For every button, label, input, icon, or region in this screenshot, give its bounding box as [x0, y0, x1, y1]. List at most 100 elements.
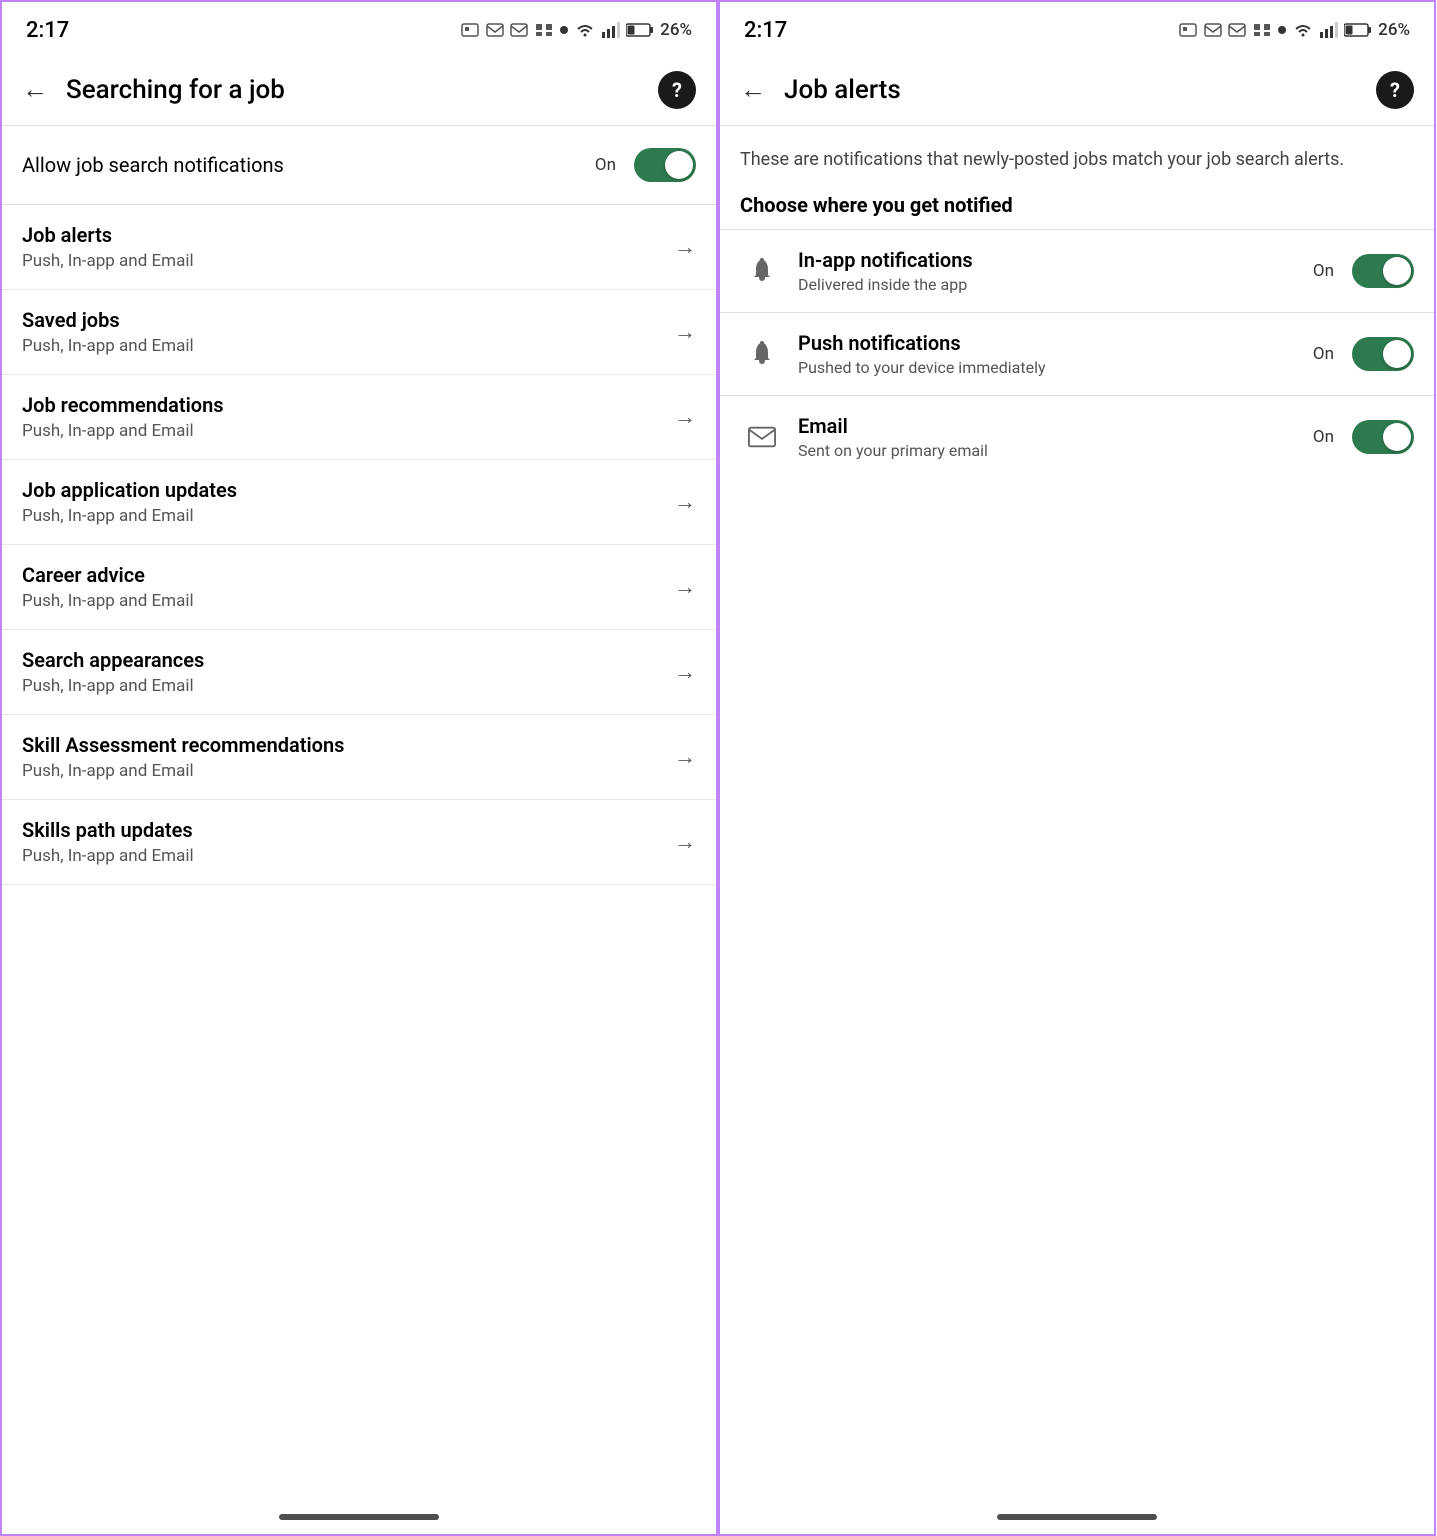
header-1: ← Searching for a job ?: [2, 54, 716, 126]
menu-item-saved-jobs[interactable]: Saved jobs Push, In-app and Email →: [2, 290, 716, 375]
menu-item-title-0: Job alerts: [22, 223, 662, 247]
status-bar-1: 2:17: [2, 2, 716, 54]
menu-item-job-recommendations[interactable]: Job recommendations Push, In-app and Ema…: [2, 375, 716, 460]
chevron-right-icon-2: →: [674, 404, 696, 430]
toggle-label-push: On: [1313, 344, 1334, 364]
notif-subtitle-email: Sent on your primary email: [798, 441, 1313, 460]
email-icon-sb-1: [486, 22, 504, 38]
header-2: ← Job alerts ?: [720, 54, 1434, 126]
page-title-2: Job alerts: [784, 75, 1376, 105]
home-indicator-1: [279, 1514, 439, 1520]
notif-title-push: Push notifications: [798, 331, 1313, 355]
chevron-right-icon-6: →: [674, 744, 696, 770]
menu-item-subtitle-7: Push, In-app and Email: [22, 846, 662, 866]
notif-option-push: Push notifications Pushed to your device…: [720, 312, 1434, 395]
toggle-email[interactable]: [1352, 420, 1414, 454]
status-icons-2: 26%: [1178, 20, 1410, 40]
battery-icon-1: [626, 23, 654, 37]
wifi-icon-2: [1292, 22, 1314, 38]
notif-subtitle-inapp: Delivered inside the app: [798, 275, 1313, 294]
menu-item-subtitle-1: Push, In-app and Email: [22, 336, 662, 356]
notif-options-list: In-app notifications Delivered inside th…: [720, 229, 1434, 478]
wifi-icon-1: [574, 22, 596, 38]
notif-title-email: Email: [798, 414, 1313, 438]
job-alerts-description: These are notifications that newly-poste…: [720, 126, 1434, 173]
allow-notifications-right: On: [595, 148, 696, 182]
notif-icon-1: [460, 22, 480, 38]
allow-notifications-row[interactable]: Allow job search notifications On: [2, 126, 716, 205]
panel-job-alerts: 2:17 26%: [718, 0, 1436, 1536]
menu-item-title-6: Skill Assessment recommendations: [22, 733, 662, 757]
menu-item-title-7: Skills path updates: [22, 818, 662, 842]
toggle-label-email: On: [1313, 427, 1334, 447]
toggle-thumb-email: [1383, 423, 1411, 451]
status-icons-1: 26%: [460, 20, 692, 40]
menu-item-title-2: Job recommendations: [22, 393, 662, 417]
back-button-2[interactable]: ←: [740, 74, 766, 105]
chevron-right-icon-4: →: [674, 574, 696, 600]
signal-icon-1: [602, 22, 620, 38]
email-icon-wrap: [740, 415, 784, 459]
notif-icon-2: [1178, 22, 1198, 38]
battery-text-2: 26%: [1378, 20, 1410, 40]
allow-notifications-label: Allow job search notifications: [22, 153, 284, 177]
bell-icon-inapp: [748, 257, 776, 285]
bell-icon-inapp-wrap: [740, 249, 784, 293]
menu-item-job-alerts[interactable]: Job alerts Push, In-app and Email →: [2, 205, 716, 290]
chevron-right-icon-5: →: [674, 659, 696, 685]
email-icon-sb-2: [510, 22, 528, 38]
menu-item-subtitle-5: Push, In-app and Email: [22, 676, 662, 696]
menu-item-subtitle-0: Push, In-app and Email: [22, 251, 662, 271]
notif-text-email: Email Sent on your primary email: [798, 414, 1313, 460]
notif-right-push: On: [1313, 337, 1414, 371]
help-button-2[interactable]: ?: [1376, 71, 1414, 109]
grid-icon-sb: [534, 22, 554, 38]
status-dot-1: [560, 26, 568, 34]
choose-notif-heading: Choose where you get notified: [720, 173, 1434, 229]
toggle-thumb-inapp: [1383, 257, 1411, 285]
toggle-allow-notifications[interactable]: [634, 148, 696, 182]
menu-item-subtitle-2: Push, In-app and Email: [22, 421, 662, 441]
toggle-inapp[interactable]: [1352, 254, 1414, 288]
menu-list-1: Job alerts Push, In-app and Email → Save…: [2, 205, 716, 885]
menu-item-skill-assessment[interactable]: Skill Assessment recommendations Push, I…: [2, 715, 716, 800]
battery-icon-2: [1344, 23, 1372, 37]
status-dot-2: [1278, 26, 1286, 34]
menu-item-skills-path[interactable]: Skills path updates Push, In-app and Ema…: [2, 800, 716, 885]
notif-text-push: Push notifications Pushed to your device…: [798, 331, 1313, 377]
menu-item-title-4: Career advice: [22, 563, 662, 587]
notif-text-inapp: In-app notifications Delivered inside th…: [798, 248, 1313, 294]
toggle-thumb-push: [1383, 340, 1411, 368]
status-time-2: 2:17: [744, 18, 787, 43]
grid-icon-sb-2: [1252, 22, 1272, 38]
menu-item-title-3: Job application updates: [22, 478, 662, 502]
menu-item-search-appearances[interactable]: Search appearances Push, In-app and Emai…: [2, 630, 716, 715]
notif-right-inapp: On: [1313, 254, 1414, 288]
bell-icon-push: [748, 340, 776, 368]
panel-searching-for-job: 2:17: [0, 0, 718, 1536]
chevron-right-icon-3: →: [674, 489, 696, 515]
chevron-right-icon-7: →: [674, 829, 696, 855]
toggle-thumb-allow: [665, 151, 693, 179]
page-title-1: Searching for a job: [66, 75, 658, 105]
chevron-right-icon-1: →: [674, 319, 696, 345]
menu-item-subtitle-4: Push, In-app and Email: [22, 591, 662, 611]
menu-item-career-advice[interactable]: Career advice Push, In-app and Email →: [2, 545, 716, 630]
menu-item-title-1: Saved jobs: [22, 308, 662, 332]
notif-subtitle-push: Pushed to your device immediately: [798, 358, 1313, 377]
menu-item-title-5: Search appearances: [22, 648, 662, 672]
help-button-1[interactable]: ?: [658, 71, 696, 109]
email-icon-sb-3: [1204, 22, 1222, 38]
menu-item-job-application-updates[interactable]: Job application updates Push, In-app and…: [2, 460, 716, 545]
notif-right-email: On: [1313, 420, 1414, 454]
toggle-push[interactable]: [1352, 337, 1414, 371]
status-time-1: 2:17: [26, 18, 69, 43]
notif-option-inapp: In-app notifications Delivered inside th…: [720, 229, 1434, 312]
signal-icon-2: [1320, 22, 1338, 38]
menu-item-subtitle-6: Push, In-app and Email: [22, 761, 662, 781]
back-button-1[interactable]: ←: [22, 74, 48, 105]
toggle-label-inapp: On: [1313, 261, 1334, 281]
bell-icon-push-wrap: [740, 332, 784, 376]
menu-item-subtitle-3: Push, In-app and Email: [22, 506, 662, 526]
battery-text-1: 26%: [660, 20, 692, 40]
